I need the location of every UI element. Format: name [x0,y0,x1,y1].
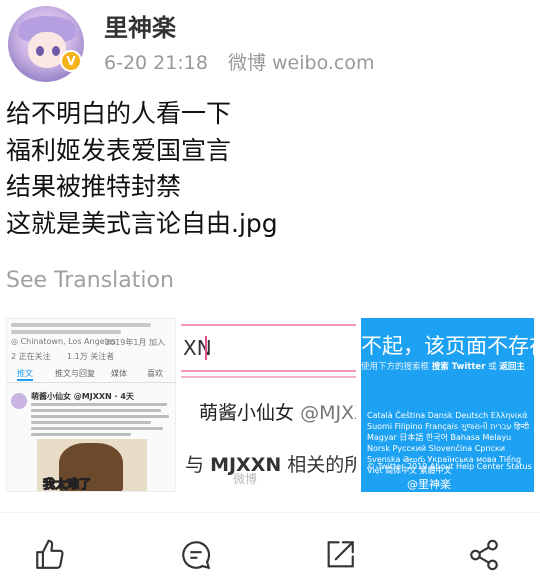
text-line [11,323,151,327]
action-bar [0,512,540,583]
post-time: 6-20 21:18 [104,52,208,74]
divider [181,376,356,378]
share-icon[interactable] [464,535,504,575]
see-translation-link[interactable]: See Translation [6,268,174,293]
thumbs-up-icon[interactable] [30,535,70,575]
error-message: 不起，该页面不存在 [361,334,534,358]
repost-icon[interactable] [320,535,360,575]
profile-following: 2 正在关注 [11,352,51,361]
related-search-text: 与 MJXXN 相关的所有 [185,454,356,476]
post-header: V 里神楽 6-20 21:18 微博 weibo.com [0,0,540,88]
tab-replies[interactable]: 推文与回复 [55,368,95,379]
tweet-text-lines [31,403,171,439]
meme-caption: 我太难了 [42,477,92,492]
search-result-name: 萌酱小仙女 @MJXXN [199,402,356,424]
image-thumbnail-search[interactable]: XN 萌酱小仙女 @MJXXN 与 MJXXN 相关的所有 微博 [181,318,356,492]
post-line: 这就是美式言论自由.jpg [6,208,278,238]
verified-badge-icon: V [60,50,82,72]
watermark: @里神楽 [407,478,451,491]
profile-joined: 2019年1月 加入 [105,338,165,347]
avatar-eye [36,46,44,56]
tab-tweets[interactable]: 推文 [17,368,33,381]
comment-icon[interactable] [176,535,216,575]
twitter-footer: © Twitter 2019 About Help Center Status [367,462,532,471]
text-line [11,330,121,334]
image-thumbnail-profile[interactable]: ◎ Chinatown, Los Angeles 2019年1月 加入 2 正在… [6,318,176,492]
profile-tabs: 推文 推文与回复 媒体 喜欢 [7,365,175,383]
post-meta: 6-20 21:18 微博 weibo.com [104,48,389,75]
tab-media[interactable]: 媒体 [111,368,127,379]
profile-followers: 1.1万 关注者 [67,352,115,361]
profile-location: ◎ Chinatown, Los Angeles [11,337,116,346]
post-line: 给不明白的人看一下 [6,99,232,128]
post-content: 给不明白的人看一下 福利姬发表爱国宣言 结果被推特封禁 这就是美式言论自由.jp… [6,96,536,242]
text-cursor [205,336,207,360]
image-grid: ◎ Chinatown, Los Angeles 2019年1月 加入 2 正在… [6,318,534,492]
image-thumbnail-error[interactable]: 不起，该页面不存在 使用下方的搜索框 搜索 Twitter 或 返回主 Cata… [361,318,534,492]
post-line: 结果被推特封禁 [6,172,182,201]
avatar-eye [52,46,60,56]
search-bar: XN [181,324,356,372]
search-text: XN [183,336,212,360]
post-source: 微博 weibo.com [227,52,375,74]
username[interactable]: 里神楽 [104,8,176,43]
tweet-avatar [11,393,27,409]
error-subtext: 使用下方的搜索框 搜索 Twitter 或 返回主 [361,362,525,372]
watermark: 微博 [233,472,258,486]
post-line: 福利姬发表爱国宣言 [6,135,232,165]
tweet-author: 萌酱小仙女 @MJXXN · 4天 [31,392,134,401]
meme-image: 我太难了 [37,439,147,492]
tab-likes[interactable]: 喜欢 [147,368,163,379]
